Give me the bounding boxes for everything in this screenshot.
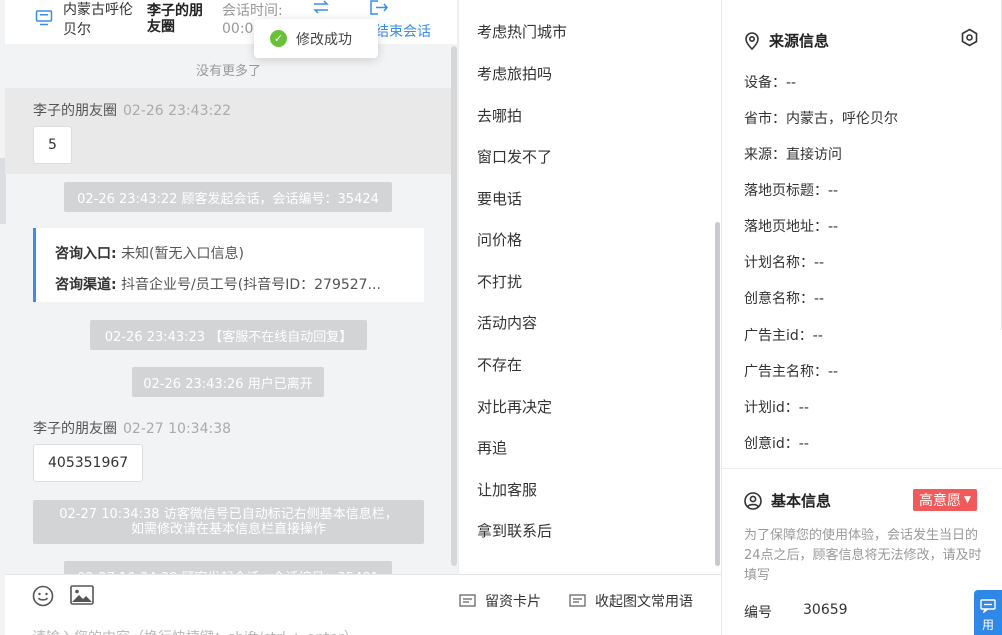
source-field: 计划名称：-- xyxy=(744,255,825,271)
sender-name: 李子的朋友圈 xyxy=(33,421,117,437)
user-circle-icon xyxy=(744,491,762,510)
sender-name: 李子的朋友圈 xyxy=(33,103,117,119)
card-icon xyxy=(459,593,476,607)
collapse-phrases-label: 收起图文常用语 xyxy=(595,594,693,610)
contact-name: 李子的朋友圈 xyxy=(147,3,203,35)
quick-reply-item[interactable]: 对比再决定 xyxy=(477,396,552,417)
channel-label: 咨询渠道: xyxy=(55,277,117,293)
chat-message-list[interactable]: 没有更多了 李子的朋友圈 02-26 23:43:22 5 02-26 23:43… xyxy=(5,44,452,574)
lead-card-label: 留资卡片 xyxy=(485,594,541,610)
floating-service-label: 用 xyxy=(981,618,994,632)
system-message: 02-27 10:34:38 顾客发起会话，会话编号：35481 xyxy=(64,561,392,574)
source-field: 落地页标题：-- xyxy=(744,183,839,199)
quick-reply-item[interactable]: 让加客服 xyxy=(477,479,537,500)
message-input-bar: 留资卡片 收起图文常用语 请输入您的内容（换行快捷键：shift/ctrl + … xyxy=(5,574,721,635)
system-message: 02-27 10:34:38 访客微信号已自动标记右侧基本信息栏，如需修改请在基… xyxy=(33,500,424,544)
system-message: 02-26 23:43:22 顾客发起会话，会话编号：35424 xyxy=(64,182,392,212)
serial-label: 编号 xyxy=(744,605,772,621)
basic-info-title: 基本信息 xyxy=(744,490,831,511)
success-toast: ✓ 修改成功 xyxy=(254,19,378,58)
quick-reply-scrollbar[interactable] xyxy=(715,222,720,566)
chat-panel: 内蒙古呼伦贝尔 李子的朋友圈 会话时间: 00:00 结束会话 ✓ 修改成功 没… xyxy=(0,0,458,635)
check-circle-icon: ✓ xyxy=(270,30,287,47)
message-time: 02-27 10:34:38 xyxy=(123,421,232,437)
quick-reply-panel: 考虑热门城市 考虑旅拍吗 去哪拍 窗口发不了 要电话 问价格 不打扰 活动内容 … xyxy=(458,0,721,574)
quick-reply-item[interactable]: 问价格 xyxy=(477,229,522,250)
entry-label: 咨询入口: xyxy=(55,246,117,262)
visitor-location: 内蒙古呼伦贝尔 xyxy=(63,2,133,38)
source-field: 落地页地址：-- xyxy=(744,219,839,235)
quick-reply-item[interactable]: 不存在 xyxy=(477,354,522,375)
quick-reply-item[interactable]: 要电话 xyxy=(477,188,522,209)
message-icon xyxy=(569,593,586,607)
quick-reply-item[interactable]: 考虑旅拍吗 xyxy=(477,63,552,84)
chat-header: 内蒙古呼伦贝尔 李子的朋友圈 会话时间: 00:00 结束会话 xyxy=(5,0,457,44)
exit-icon[interactable] xyxy=(369,0,389,20)
quick-reply-item[interactable]: 再追 xyxy=(477,437,507,458)
source-field: 设备：-- xyxy=(744,75,797,91)
image-icon[interactable] xyxy=(70,585,94,609)
session-time-label: 会话时间: xyxy=(222,3,283,19)
section-divider xyxy=(722,468,1002,469)
serial-value: 30659 xyxy=(803,602,848,618)
source-field: 创意名称：-- xyxy=(744,291,825,307)
consult-info-card: 咨询入口: 未知(暂无入口信息) 咨询渠道: 抖音企业号/员工号(抖音号ID：2… xyxy=(33,228,424,302)
channel-value: 抖音企业号/员工号(抖音号ID：279527... xyxy=(121,277,381,293)
chat-bubble-icon xyxy=(980,599,996,613)
end-session-button[interactable]: 结束会话 xyxy=(375,21,431,41)
source-field: 广告主id：-- xyxy=(744,328,823,344)
caret-down-icon: ▼ xyxy=(964,495,971,505)
monitor-icon xyxy=(35,9,53,31)
system-message: 02-26 23:43:26 用户已离开 xyxy=(132,367,324,397)
emoji-icon[interactable] xyxy=(32,585,54,611)
source-field: 计划id：-- xyxy=(744,400,809,416)
source-info-label: 来源信息 xyxy=(769,32,830,50)
message-input[interactable]: 请输入您的内容（换行快捷键：shift/ctrl + enter） xyxy=(32,627,358,635)
location-pin-icon xyxy=(745,31,759,50)
intent-level-value: 高意愿 xyxy=(919,493,961,509)
source-info-title: 来源信息 xyxy=(744,30,829,51)
quick-reply-item[interactable]: 拿到联系后 xyxy=(477,520,552,541)
quick-reply-item[interactable]: 考虑热门城市 xyxy=(477,21,567,42)
message-sender: 李子的朋友圈 02-26 23:43:22 xyxy=(33,100,231,120)
collapse-phrases-button[interactable]: 收起图文常用语 xyxy=(569,591,693,611)
message-time: 02-26 23:43:22 xyxy=(123,103,232,119)
chat-scrollbar[interactable] xyxy=(451,46,457,566)
quick-reply-item[interactable]: 窗口发不了 xyxy=(477,146,552,167)
edit-deadline-notice: 为了保障您的使用体验，会话发生当日的24点之后，顾客信息将无法修改，请及时填写 xyxy=(744,528,982,583)
floating-service-button[interactable]: 用 xyxy=(974,590,1002,635)
source-field: 广告主名称：-- xyxy=(744,364,839,380)
intent-level-dropdown[interactable]: 高意愿 ▼ xyxy=(913,489,977,511)
source-field: 省市：内蒙古，呼伦贝尔 xyxy=(744,111,898,127)
message-sender: 李子的朋友圈 02-27 10:34:38 xyxy=(33,418,231,438)
message-bubble: 5 xyxy=(33,126,72,164)
quick-reply-item[interactable]: 去哪拍 xyxy=(477,105,522,126)
transfer-icon[interactable] xyxy=(311,0,331,20)
message-bubble: 405351967 xyxy=(33,444,144,482)
no-more-notice: 没有更多了 xyxy=(195,64,261,79)
source-field: 来源：直接访问 xyxy=(744,147,842,163)
quick-reply-item[interactable]: 不打扰 xyxy=(477,271,522,292)
entry-value: 未知(暂无入口信息) xyxy=(121,246,244,262)
settings-hex-icon[interactable] xyxy=(960,28,979,51)
source-field: 创意id：-- xyxy=(744,436,809,452)
lead-card-button[interactable]: 留资卡片 xyxy=(459,591,541,611)
quick-reply-item[interactable]: 活动内容 xyxy=(477,312,537,333)
toast-text: 修改成功 xyxy=(296,31,352,48)
system-message: 02-26 23:43:23 【客服不在线自动回复】 xyxy=(90,320,367,350)
customer-info-panel: 来源信息 设备：-- 省市：内蒙古，呼伦贝尔 来源：直接访问 落地页标题：-- … xyxy=(721,0,1002,635)
basic-info-label: 基本信息 xyxy=(771,492,832,510)
